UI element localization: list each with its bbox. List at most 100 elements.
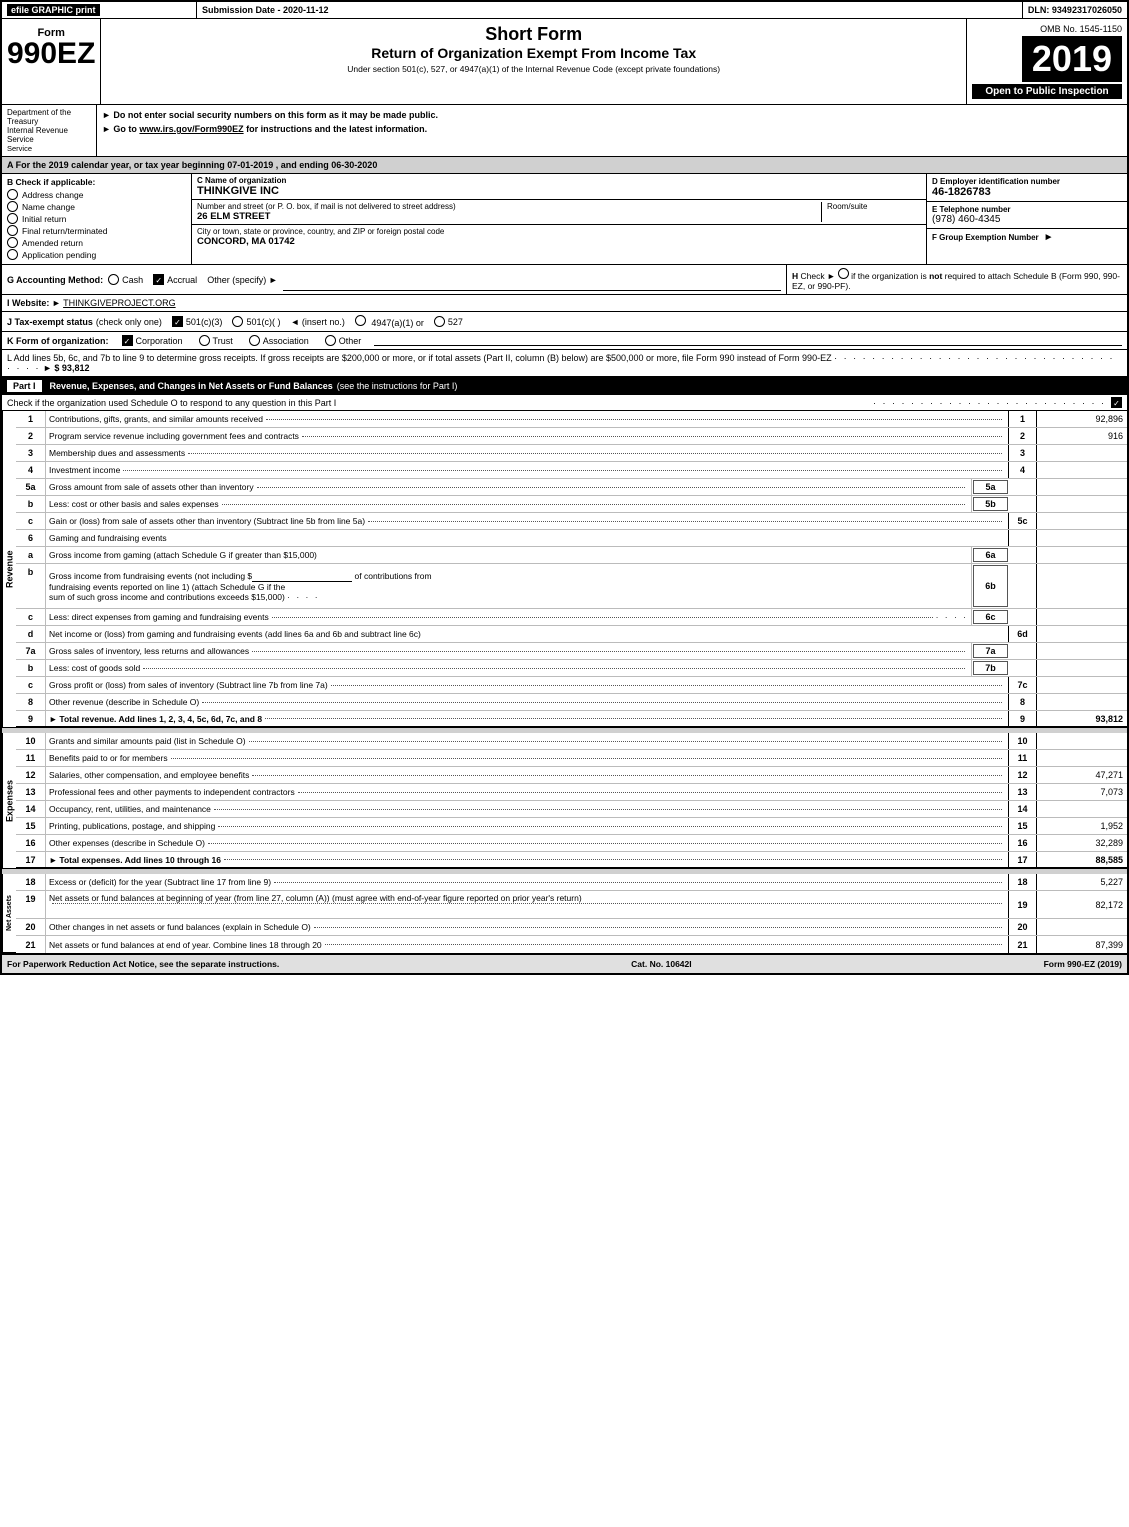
row-17-dots [224,859,1002,860]
row-13-dots [298,792,1002,793]
form-title-section: Short Form Return of Organization Exempt… [101,19,967,104]
row-6d-amount [1037,626,1127,642]
row-8-linenum: 8 [1009,694,1037,710]
row-6b-text3: sum of such gross income and contributio… [49,592,320,602]
h-title: H [792,271,798,281]
row-10-desc: Grants and similar amounts paid (list in… [46,733,1009,749]
j-501c3[interactable]: ✓ 501(c)(3) [172,316,223,327]
row-7b: b Less: cost of goods sold 7b [16,660,1127,677]
row-12-amount: 47,271 [1037,767,1127,783]
row-15: 15 Printing, publications, postage, and … [16,818,1127,835]
dept-instructions-row: Department of the Treasury Internal Reve… [0,105,1129,157]
row-1-amount: 92,896 [1037,411,1127,427]
org-info-section: C Name of organization THINKGIVE INC Num… [192,174,927,264]
room-label: Room/suite [827,202,921,211]
row-5c-num: c [16,513,46,529]
cb-initial-return[interactable]: Initial return [7,213,186,224]
title-row: Form 990EZ Short Form Return of Organiza… [0,19,1129,105]
cb-application-pending[interactable]: Application pending [7,249,186,260]
row-4-desc: Investment income [46,462,1009,478]
j-label: J Tax-exempt status [7,317,93,327]
b-checkboxes: B Check if applicable: Address change Na… [2,174,192,264]
row-6c-desc: Less: direct expenses from gaming and fu… [46,609,972,625]
j-501c-other[interactable]: 501(c)( ) [232,316,280,327]
j-527-label: 527 [448,317,463,327]
row-13-linenum: 13 [1009,784,1037,800]
cb-amended-return[interactable]: Amended return [7,237,186,248]
form-number-section: Form 990EZ [2,19,101,104]
i-label: I Website: ► [7,298,61,308]
row-14-desc: Occupancy, rent, utilities, and maintena… [46,801,1009,817]
section-b-row: B Check if applicable: Address change Na… [0,174,1129,265]
l-text: L Add lines 5b, 6c, and 7b to line 9 to … [7,353,832,363]
row-6c-num: c [16,609,46,625]
cb-final-return[interactable]: Final return/terminated [7,225,186,236]
d-label: D Employer identification number [932,177,1122,186]
footer-right: Form 990-EZ (2019) [1044,959,1122,969]
goto-url: www.irs.gov/Form990EZ [139,124,243,134]
row-20: 20 Other changes in net assets or fund b… [16,919,1127,936]
row-16-dots [208,843,1002,844]
sched-dots: · · · · · · · · · · · · · · · · · · · · … [873,398,1106,408]
row-19-dotline [49,903,1005,904]
row-5a-num: 5a [16,479,46,495]
b-label: B Check if applicable: [7,177,186,187]
row-18-num: 18 [16,874,46,890]
l-amount: ► $ 93,812 [43,363,89,373]
row-9-desc: ► Total revenue. Add lines 1, 2, 3, 4, 5… [46,711,1009,726]
e-section: E Telephone number (978) 460-4345 [927,202,1127,229]
row-9-arrow: ► [49,714,57,724]
section-k: K Form of organization: ✓ Corporation Tr… [0,332,1129,350]
k-trust[interactable]: Trust [199,335,233,346]
row-5c-dots [368,521,1002,522]
row-7b-ref: 7b [973,661,1008,675]
section-j: J Tax-exempt status (check only one) ✓ 5… [0,312,1129,332]
row-11-desc: Benefits paid to or for members [46,750,1009,766]
footer-cat: Cat. No. 10642I [631,959,691,969]
schedule-o-dots: · · · · · · · · · · · · · · · · · · · · … [873,397,1122,408]
row-7b-num: b [16,660,46,676]
cb-app-pending-circle [7,249,18,260]
row-19-desc: Net assets or fund balances at beginning… [46,891,1009,918]
j-4947-label: 4947(a)(1) or [371,318,424,328]
accrual-option[interactable]: ✓ Accrual [153,274,197,285]
row-3: 3 Membership dues and assessments 3 [16,445,1127,462]
cash-option[interactable]: Cash [108,274,143,285]
row-4-dots [123,470,1002,471]
row-4-linenum: 4 [1009,462,1037,478]
d-section: D Employer identification number 46-1826… [927,174,1127,202]
f-arrow: ► [1044,232,1054,243]
part1-title: Revenue, Expenses, and Changes in Net As… [50,381,333,391]
row-17: 17 ► Total expenses. Add lines 10 throug… [16,852,1127,869]
page: efile GRAPHIC print Submission Date - 20… [0,0,1129,975]
efile-section: efile GRAPHIC print [2,2,197,18]
row-20-desc: Other changes in net assets or fund bala… [46,919,1009,935]
under-section: Under section 501(c), 527, or 4947(a)(1)… [106,64,961,74]
row-11: 11 Benefits paid to or for members 11 [16,750,1127,767]
revenue-label-text: Revenue [5,550,15,588]
k-assoc[interactable]: Association [249,335,309,346]
k-corp-label: Corporation [136,336,183,346]
org-name-row: C Name of organization THINKGIVE INC [192,174,926,200]
k-corp[interactable]: ✓ Corporation [122,335,183,346]
row-6c-ref: 6c [973,610,1008,624]
k-other[interactable]: Other [325,335,362,346]
cb-address-change[interactable]: Address change [7,189,186,200]
row-10-num: 10 [16,733,46,749]
row-17-linenum: 17 [1009,852,1037,867]
cb-name-change[interactable]: Name change [7,201,186,212]
row-13: 13 Professional fees and other payments … [16,784,1127,801]
row-20-linenum: 20 [1009,919,1037,935]
footer-left: For Paperwork Reduction Act Notice, see … [7,959,279,969]
submission-date: Submission Date - 2020-11-12 [197,2,1023,18]
row-17-desc: ► Total expenses. Add lines 10 through 1… [46,852,1009,867]
row-2-dots [302,436,1002,437]
row-7b-dots [143,668,965,669]
j-4947[interactable]: 4947(a)(1) or [355,315,424,328]
section-l: L Add lines 5b, 6c, and 7b to line 9 to … [0,350,1129,377]
row-7c-num: c [16,677,46,693]
row-6d: d Net income or (loss) from gaming and f… [16,626,1127,643]
return-title: Return of Organization Exempt From Incom… [106,45,961,61]
cb-amended-return-label: Amended return [22,238,83,248]
j-527[interactable]: 527 [434,316,463,327]
